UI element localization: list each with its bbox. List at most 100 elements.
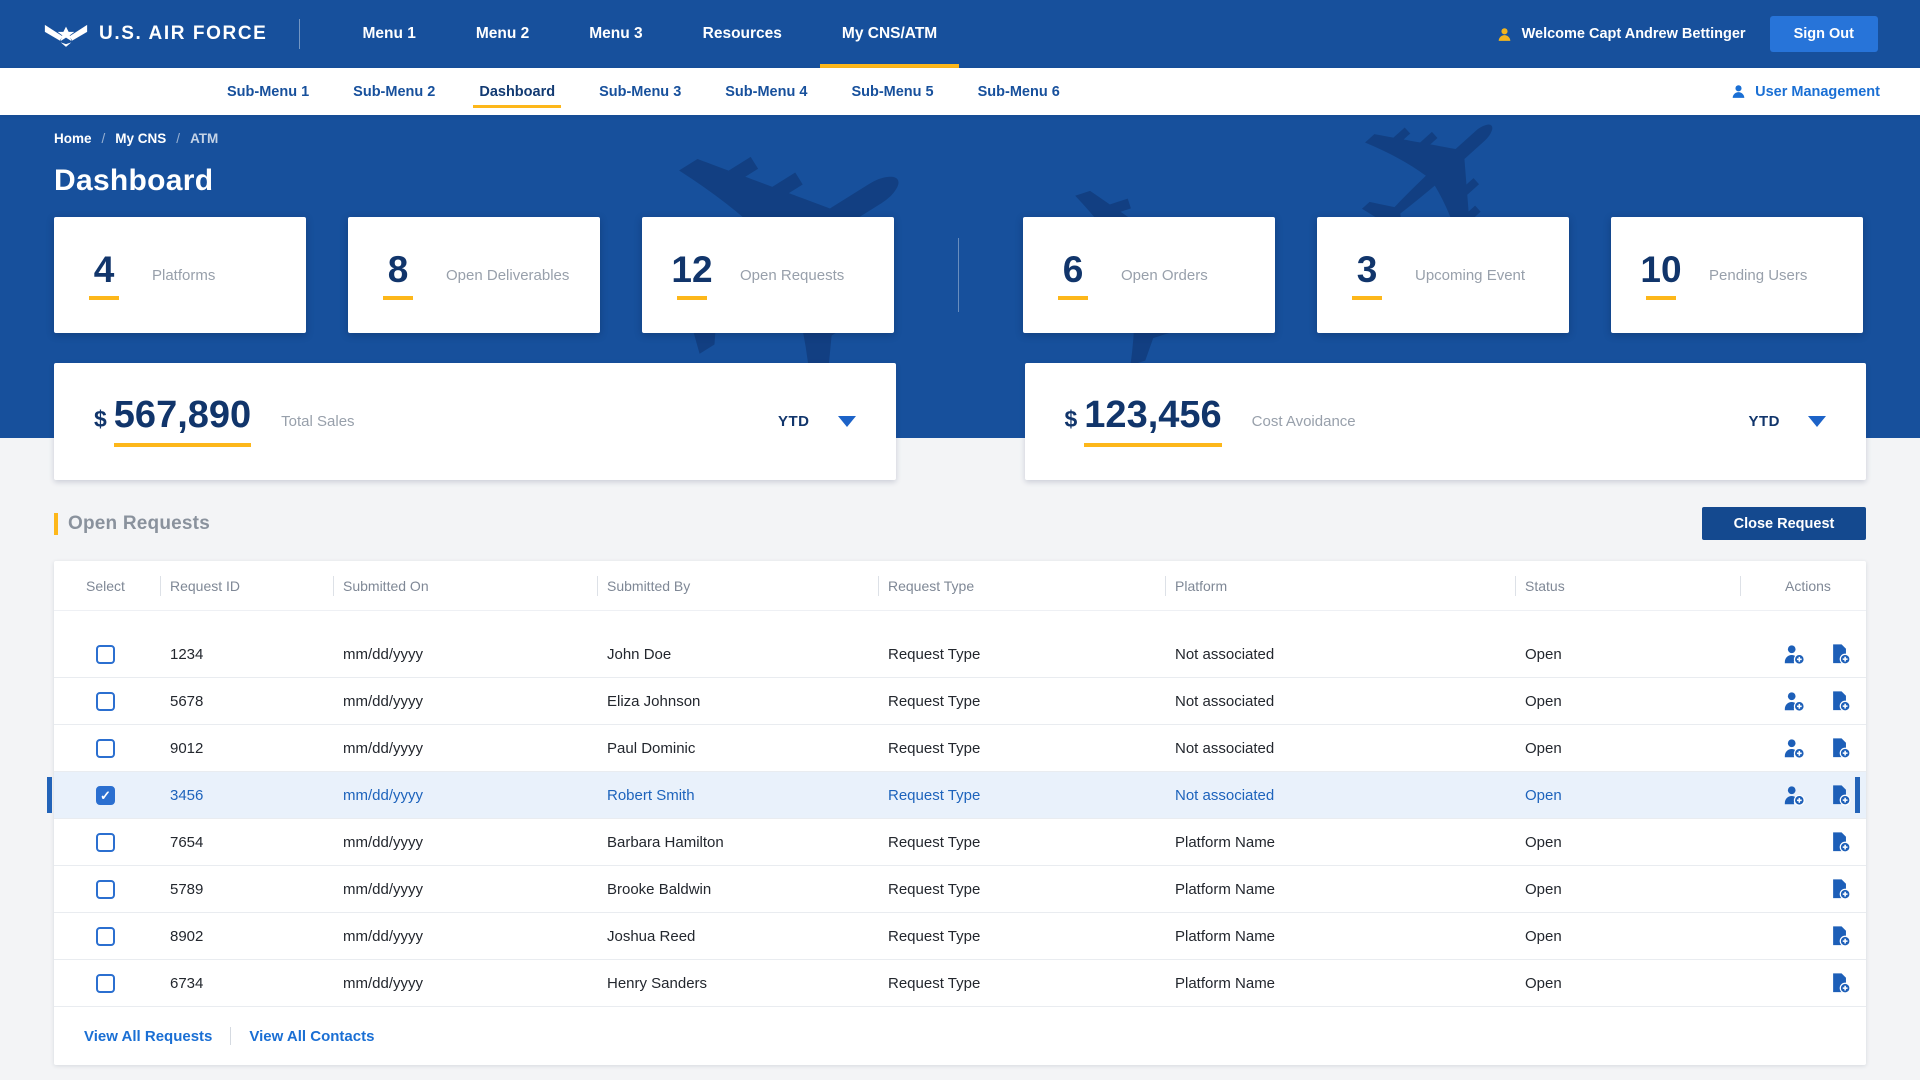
table-footer-links: View All Requests View All Contacts bbox=[54, 1007, 1866, 1061]
row-checkbox[interactable] bbox=[96, 927, 115, 946]
col-header-submitted-on: Submitted On bbox=[333, 561, 597, 610]
cell-request-id: 7654 bbox=[160, 834, 333, 851]
breadcrumb-my-cns[interactable]: My CNS bbox=[115, 131, 166, 146]
view-all-requests-link[interactable]: View All Requests bbox=[84, 1028, 212, 1045]
row-checkbox[interactable] bbox=[96, 786, 115, 805]
top-menu-item-my-cns-atm[interactable]: My CNS/ATM bbox=[812, 0, 967, 68]
period-dropdown[interactable]: YTD bbox=[778, 413, 856, 430]
stat-value: 10 bbox=[1640, 251, 1681, 288]
add-document-icon-button[interactable] bbox=[1829, 784, 1851, 806]
assign-user-icon-button[interactable] bbox=[1783, 690, 1805, 712]
assign-user-icon-button[interactable] bbox=[1783, 737, 1805, 759]
cell-request-id: 6734 bbox=[160, 975, 333, 992]
sub-menu-item-4[interactable]: Sub-Menu 4 bbox=[703, 68, 829, 115]
kpi-value: 123,456 bbox=[1084, 396, 1221, 447]
top-menu-item-resources[interactable]: Resources bbox=[673, 0, 812, 68]
cell-platform: Not associated bbox=[1165, 740, 1515, 757]
cell-select bbox=[54, 880, 160, 899]
breadcrumb-separator: / bbox=[102, 131, 106, 146]
sub-navbar: Sub-Menu 1 Sub-Menu 2 Dashboard Sub-Menu… bbox=[0, 68, 1920, 115]
stat-value: 3 bbox=[1357, 251, 1378, 288]
cell-submitted-by: Paul Dominic bbox=[597, 740, 878, 757]
add-document-icon-button[interactable] bbox=[1829, 972, 1851, 994]
row-checkbox[interactable] bbox=[96, 833, 115, 852]
links-divider bbox=[230, 1027, 231, 1045]
cell-request-id: 5789 bbox=[160, 881, 333, 898]
sub-menu-item-5[interactable]: Sub-Menu 5 bbox=[829, 68, 955, 115]
assign-user-icon-button[interactable] bbox=[1783, 784, 1805, 806]
cell-select bbox=[54, 786, 160, 805]
document-add-icon bbox=[1829, 643, 1851, 665]
row-checkbox[interactable] bbox=[96, 974, 115, 993]
cell-actions bbox=[1740, 690, 1866, 712]
cell-status: Open bbox=[1515, 834, 1740, 851]
kpi-label: Cost Avoidance bbox=[1252, 413, 1356, 430]
top-navbar: U.S. AIR FORCE Menu 1 Menu 2 Menu 3 Reso… bbox=[0, 0, 1920, 68]
cell-select bbox=[54, 645, 160, 664]
sub-menu-item-2[interactable]: Sub-Menu 2 bbox=[331, 68, 457, 115]
row-checkbox[interactable] bbox=[96, 739, 115, 758]
cell-submitted-on: mm/dd/yyyy bbox=[333, 834, 597, 851]
user-management-label: User Management bbox=[1755, 84, 1880, 100]
open-requests-header: Open Requests Close Request bbox=[54, 507, 1866, 540]
stat-underline bbox=[89, 296, 119, 300]
cell-actions bbox=[1740, 784, 1866, 806]
cell-submitted-on: mm/dd/yyyy bbox=[333, 975, 597, 992]
add-document-icon-button[interactable] bbox=[1829, 737, 1851, 759]
cell-submitted-on: mm/dd/yyyy bbox=[333, 787, 597, 804]
usaf-brand[interactable]: U.S. AIR FORCE bbox=[44, 21, 267, 48]
stat-underline bbox=[1352, 296, 1382, 300]
row-checkbox[interactable] bbox=[96, 645, 115, 664]
sign-out-button[interactable]: Sign Out bbox=[1770, 16, 1878, 52]
kpi-label: Total Sales bbox=[281, 413, 354, 430]
cell-request-type: Request Type bbox=[878, 787, 1165, 804]
stat-label: Open Requests bbox=[740, 267, 844, 284]
col-header-status: Status bbox=[1515, 561, 1740, 610]
add-document-icon-button[interactable] bbox=[1829, 925, 1851, 947]
breadcrumb-current: ATM bbox=[190, 131, 218, 146]
sub-menu-item-1[interactable]: Sub-Menu 1 bbox=[205, 68, 331, 115]
top-menu-item-3[interactable]: Menu 3 bbox=[559, 0, 672, 68]
chevron-down-icon bbox=[838, 416, 856, 427]
cell-platform: Platform Name bbox=[1165, 834, 1515, 851]
add-document-icon-button[interactable] bbox=[1829, 690, 1851, 712]
assign-user-icon-button[interactable] bbox=[1783, 643, 1805, 665]
page-title: Dashboard bbox=[54, 164, 1866, 198]
add-document-icon-button[interactable] bbox=[1829, 831, 1851, 853]
add-document-icon-button[interactable] bbox=[1829, 878, 1851, 900]
cell-request-id: 3456 bbox=[160, 787, 333, 804]
stat-card-open-deliverables: 8 Open Deliverables bbox=[348, 217, 600, 333]
close-request-button[interactable]: Close Request bbox=[1702, 507, 1866, 540]
breadcrumb-home[interactable]: Home bbox=[54, 131, 92, 146]
sub-menu-item-6[interactable]: Sub-Menu 6 bbox=[956, 68, 1082, 115]
table-row: 1234 mm/dd/yyyy John Doe Request Type No… bbox=[54, 631, 1866, 678]
sub-menu-item-dashboard[interactable]: Dashboard bbox=[457, 68, 577, 115]
kpi-amount: $ 567,890 bbox=[94, 396, 251, 447]
stats-row: 4 Platforms 8 Open Deliverables 12 Open … bbox=[54, 217, 1866, 333]
top-menu-item-1[interactable]: Menu 1 bbox=[332, 0, 445, 68]
stats-group-divider bbox=[958, 238, 959, 312]
cell-platform: Not associated bbox=[1165, 787, 1515, 804]
table-row: 6734 mm/dd/yyyy Henry Sanders Request Ty… bbox=[54, 960, 1866, 1007]
cell-submitted-by: Brooke Baldwin bbox=[597, 881, 878, 898]
cell-platform: Platform Name bbox=[1165, 881, 1515, 898]
stat-card-upcoming-event: 3 Upcoming Event bbox=[1317, 217, 1569, 333]
col-header-submitted-by: Submitted By bbox=[597, 561, 878, 610]
user-management-link[interactable]: User Management bbox=[1730, 83, 1880, 100]
cell-platform: Not associated bbox=[1165, 693, 1515, 710]
col-header-select: Select bbox=[54, 561, 160, 610]
period-dropdown[interactable]: YTD bbox=[1749, 413, 1827, 430]
add-document-icon-button[interactable] bbox=[1829, 643, 1851, 665]
sub-menu-item-3[interactable]: Sub-Menu 3 bbox=[577, 68, 703, 115]
row-checkbox[interactable] bbox=[96, 692, 115, 711]
cell-request-type: Request Type bbox=[878, 834, 1165, 851]
cell-request-id: 1234 bbox=[160, 646, 333, 663]
cell-platform: Platform Name bbox=[1165, 928, 1515, 945]
view-all-contacts-link[interactable]: View All Contacts bbox=[249, 1028, 374, 1045]
kpi-amount: $ 123,456 bbox=[1065, 396, 1222, 447]
usaf-logo-icon bbox=[44, 21, 88, 48]
row-checkbox[interactable] bbox=[96, 880, 115, 899]
currency-sign: $ bbox=[1065, 406, 1078, 433]
cell-request-id: 9012 bbox=[160, 740, 333, 757]
top-menu-item-2[interactable]: Menu 2 bbox=[446, 0, 559, 68]
